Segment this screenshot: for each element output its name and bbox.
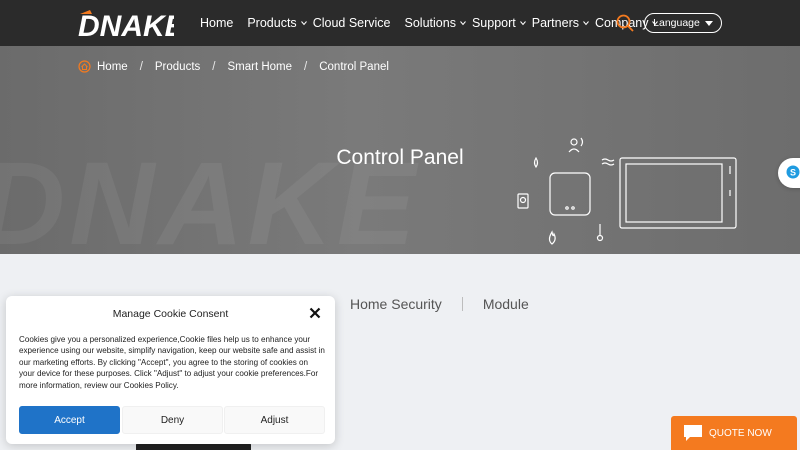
tab-module[interactable]: Module — [463, 296, 549, 312]
cookie-body-text: Cookies give you a personalized experien… — [19, 335, 325, 390]
quote-label: QUOTE NOW — [709, 427, 772, 439]
deny-button[interactable]: Deny — [122, 406, 223, 434]
cookie-buttons: Accept Deny Adjust — [19, 406, 325, 434]
nav-menu: Home Products Cloud Service Solutions Su… — [200, 0, 659, 46]
nav-item-label: Cloud Service — [312, 16, 391, 30]
top-nav: DNAKE Home Products Cloud Service Soluti… — [0, 0, 800, 46]
cookie-consent-dialog: Manage Cookie Consent Cookies give you a… — [6, 296, 335, 444]
nav-item-label: Partners — [531, 16, 579, 30]
nav-item-support[interactable]: Support — [472, 16, 526, 30]
home-icon — [78, 60, 91, 73]
nav-item-label: Home — [200, 16, 234, 30]
chevron-down-icon — [583, 21, 589, 26]
breadcrumb-separator: / — [304, 60, 308, 73]
language-selector[interactable]: Language — [644, 13, 722, 33]
breadcrumb-current: Control Panel — [319, 60, 389, 73]
chat-icon — [684, 425, 702, 441]
chevron-down-icon — [460, 21, 466, 26]
quote-now-button[interactable]: QUOTE NOW — [671, 416, 797, 450]
nav-item-label: Solutions — [404, 16, 456, 30]
breadcrumb-separator: / — [212, 60, 216, 73]
nav-item-home[interactable]: Home — [200, 16, 233, 30]
cookie-title: Manage Cookie Consent — [112, 308, 229, 320]
nav-item-label: Support — [471, 16, 516, 30]
breadcrumb-smart-home[interactable]: Smart Home — [227, 61, 292, 73]
caret-down-icon — [704, 20, 713, 26]
tab-home-security[interactable]: Home Security — [330, 296, 462, 312]
nav-item-label: Products — [247, 16, 297, 30]
breadcrumb-separator: / — [139, 60, 143, 73]
breadcrumb: Home / Products / Smart Home / Control P… — [78, 60, 389, 73]
svg-text:DNAKE: DNAKE — [78, 10, 174, 40]
svg-text:S: S — [790, 168, 796, 178]
nav-item-partners[interactable]: Partners — [532, 16, 589, 30]
nav-item-products[interactable]: Products — [247, 16, 307, 30]
language-label: Language — [653, 17, 700, 29]
adjust-button[interactable]: Adjust — [224, 406, 325, 434]
dnake-logo[interactable]: DNAKE — [78, 8, 174, 40]
breadcrumb-products[interactable]: Products — [155, 61, 200, 73]
control-panel-illustration — [517, 137, 737, 245]
chevron-down-icon — [300, 21, 307, 26]
hero-banner: DNAKE Home / Products / Smart Home / Con… — [0, 46, 800, 254]
nav-item-solutions[interactable]: Solutions — [405, 16, 466, 30]
close-icon[interactable] — [309, 307, 321, 319]
nav-item-cloud-service[interactable]: Cloud Service — [313, 16, 391, 30]
accept-button[interactable]: Accept — [19, 406, 120, 434]
chevron-down-icon — [519, 21, 526, 26]
skype-icon: S — [786, 165, 800, 179]
skype-widget[interactable]: S — [778, 158, 800, 188]
breadcrumb-home[interactable]: Home — [97, 61, 128, 73]
search-icon[interactable] — [616, 14, 634, 32]
